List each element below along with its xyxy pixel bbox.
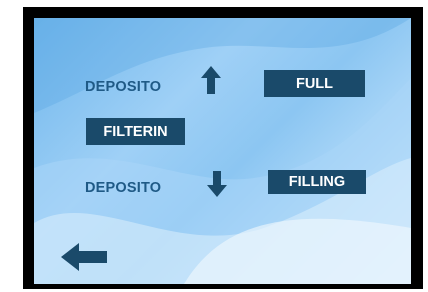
upper-deposit-label: DEPOSITO bbox=[85, 79, 162, 95]
arrow-up-icon bbox=[201, 66, 221, 94]
lower-deposit-status-badge: FILLING bbox=[268, 170, 366, 194]
filter-badge: FILTERIN bbox=[86, 118, 185, 145]
back-arrow-icon[interactable] bbox=[59, 240, 109, 274]
arrow-down-icon bbox=[207, 171, 227, 197]
upper-deposit-status-badge: FULL bbox=[264, 70, 365, 97]
lower-deposit-label: DEPOSITO bbox=[85, 180, 162, 196]
display-screen: DEPOSITO FULL FILTERIN DEPOSITO FILLING bbox=[34, 18, 411, 284]
